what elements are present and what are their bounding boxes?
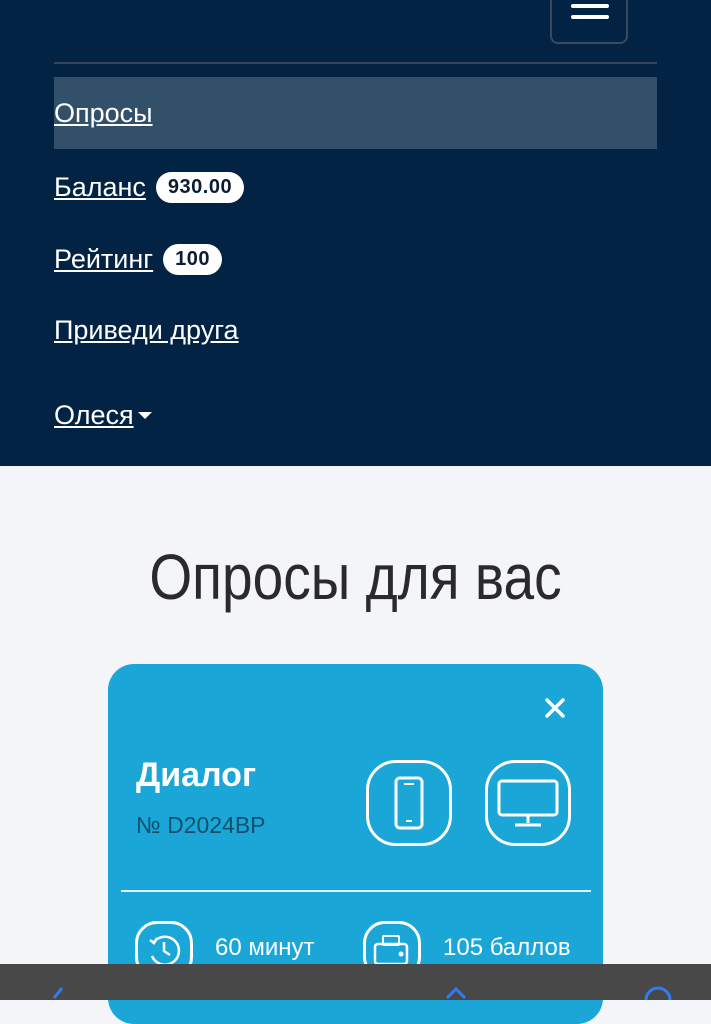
share-icon[interactable] [443, 986, 469, 1000]
page-title: Опросы для вас [149, 541, 562, 613]
browser-bottom-bar [0, 964, 711, 1000]
nav-item-balance[interactable]: Баланс 930.00 [54, 167, 657, 207]
rating-badge: 100 [163, 243, 223, 275]
nav-item-label: Баланс [54, 171, 146, 202]
balance-badge: 930.00 [155, 171, 245, 203]
nav-item-label: Рейтинг [54, 243, 154, 274]
nav-item-surveys[interactable]: Опросы [54, 77, 657, 149]
tabs-icon[interactable] [643, 986, 673, 1000]
clock-icon [149, 935, 181, 966]
user-name: Олеся [54, 399, 134, 430]
nav-item-invite-friend[interactable]: Приведи друга [54, 310, 657, 350]
survey-name: Диалог [136, 756, 257, 794]
menu-toggle-button[interactable] [550, 0, 628, 44]
nav-item-label: Приведи друга [54, 314, 239, 345]
user-menu-dropdown[interactable]: Олеся [54, 395, 657, 435]
nav-item-label: Опросы [54, 97, 153, 128]
device-desktop [485, 760, 571, 846]
hamburger-icon [571, 4, 609, 8]
top-navbar: Опросы Баланс 930.00 Рейтинг 100 Приведи… [0, 0, 711, 466]
smartphone-icon [394, 776, 424, 830]
caret-down-icon [137, 411, 152, 419]
device-smartphone [366, 760, 452, 846]
close-button[interactable] [543, 696, 567, 720]
back-icon[interactable] [48, 986, 68, 1000]
duration-text: 60 минут [215, 934, 315, 961]
desktop-icon [497, 779, 559, 827]
survey-code: № D2024BP [136, 812, 266, 838]
card-divider [121, 890, 591, 892]
close-icon [545, 698, 565, 718]
wallet-icon [373, 935, 409, 966]
nav-divider [54, 62, 657, 64]
nav-item-rating[interactable]: Рейтинг 100 [54, 239, 657, 279]
reward-text: 105 баллов [443, 934, 571, 961]
